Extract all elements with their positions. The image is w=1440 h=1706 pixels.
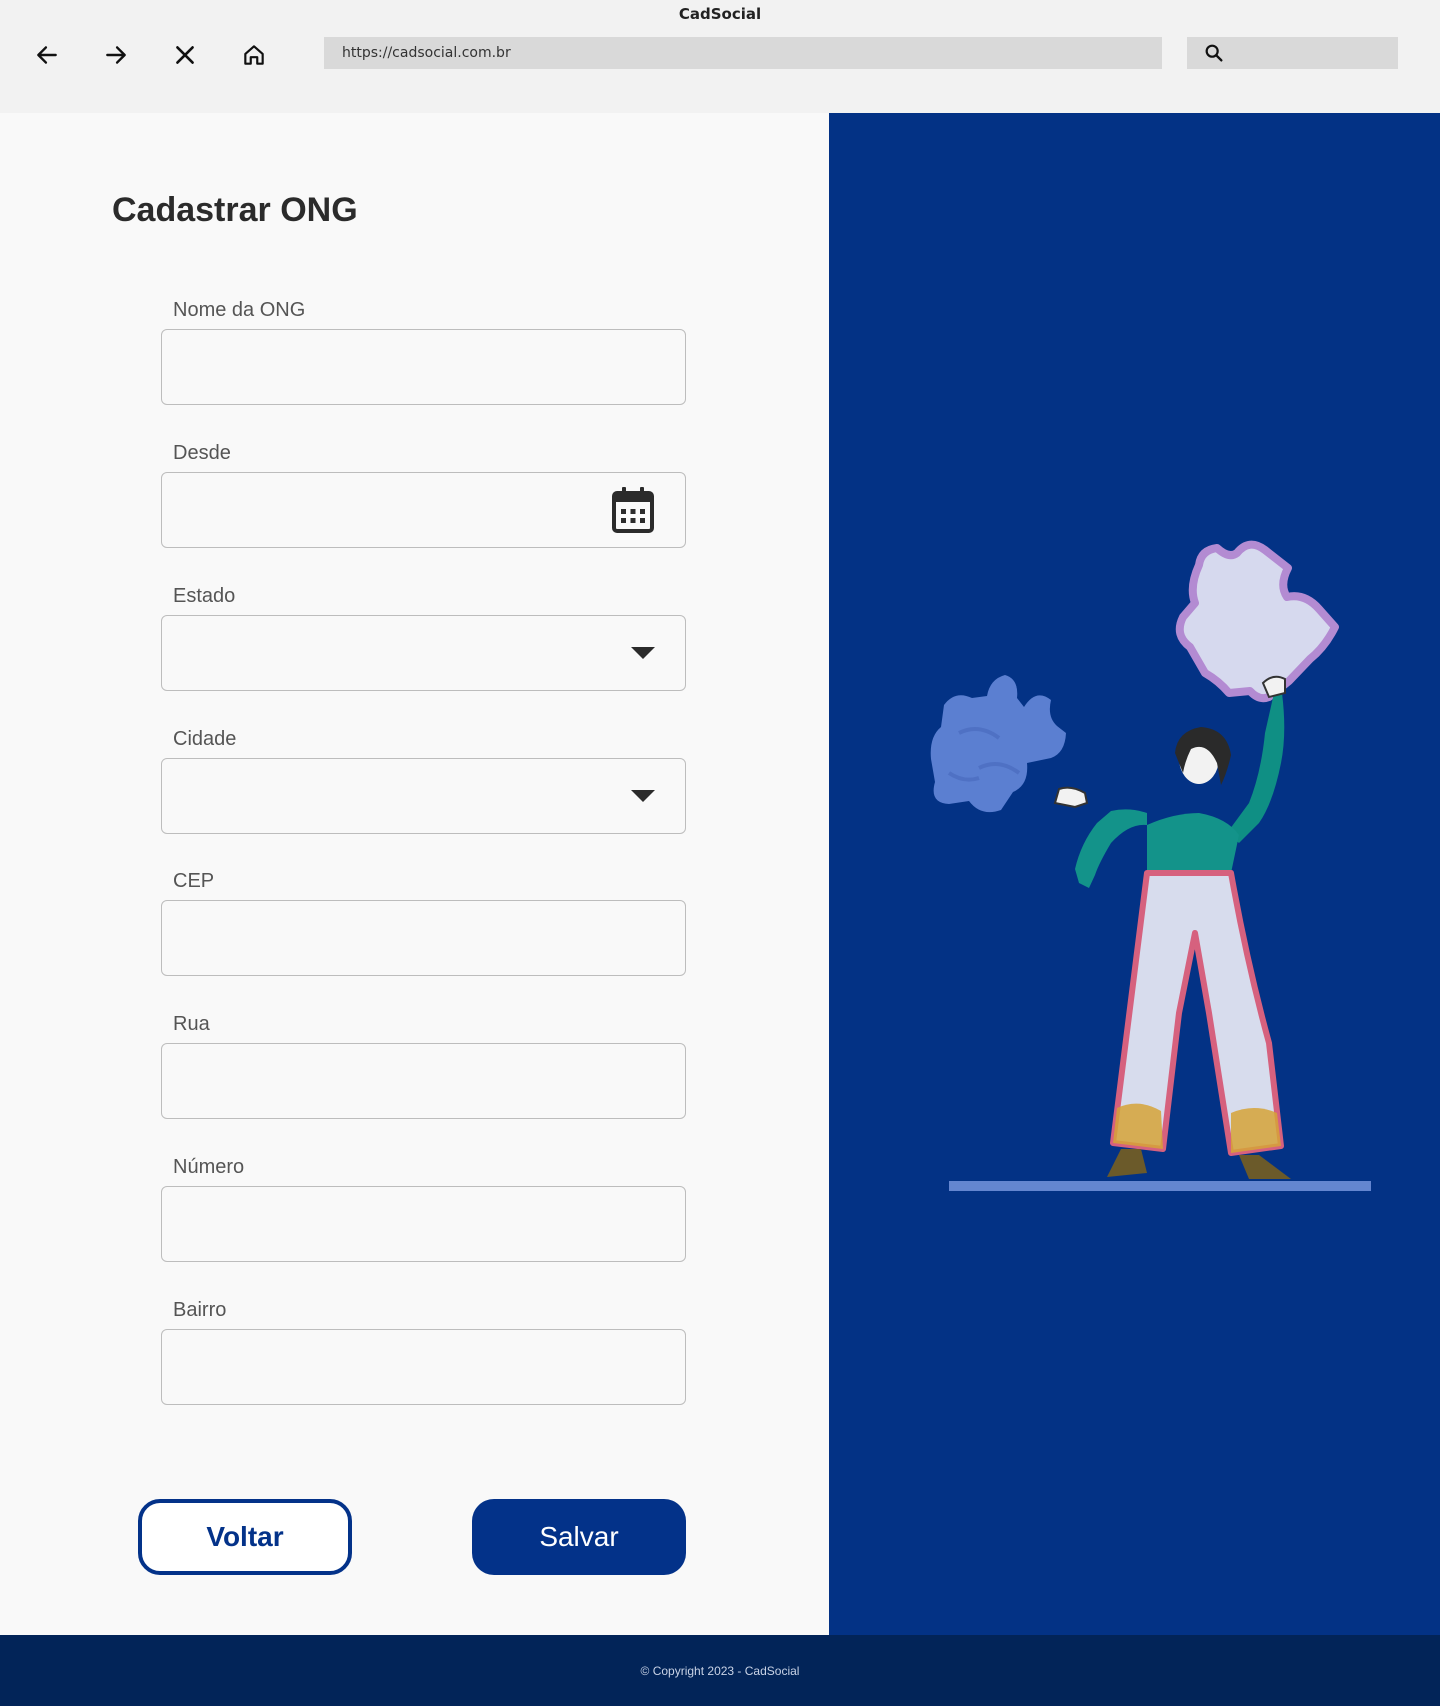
numero-input[interactable] <box>162 1187 685 1261</box>
calendar-icon[interactable] <box>611 486 655 534</box>
field-label: Número <box>173 1156 245 1178</box>
url-bar[interactable]: https://cadsocial.com.br <box>324 37 1162 69</box>
save-button[interactable]: Salvar <box>472 1499 686 1575</box>
field-label: CEP <box>173 870 215 892</box>
bairro-input[interactable] <box>162 1330 685 1404</box>
nome-da-ong-input[interactable] <box>162 330 685 404</box>
rua-input[interactable] <box>162 1044 685 1118</box>
field-label: Cidade <box>173 728 237 750</box>
field-label: Estado <box>173 585 236 607</box>
home-button[interactable] <box>237 38 271 72</box>
home-icon <box>244 45 264 65</box>
window-title: CadSocial <box>678 5 762 23</box>
search-icon <box>1205 44 1223 62</box>
estado-select[interactable] <box>161 615 686 691</box>
illustration-panel <box>829 113 1440 1635</box>
copyright-text: © Copyright 2023 - CadSocial <box>640 1663 800 1678</box>
footer: © Copyright 2023 - CadSocial <box>0 1635 1440 1706</box>
cep-input[interactable] <box>162 901 685 975</box>
close-icon <box>176 46 194 64</box>
url-text: https://cadsocial.com.br <box>342 45 511 61</box>
field-label: Bairro <box>173 1299 227 1321</box>
field-label: Desde <box>173 442 231 464</box>
browser-chrome: CadSocial https://cadsocial.com.br <box>0 0 1440 113</box>
cidade-select[interactable] <box>161 758 686 834</box>
stop-button[interactable] <box>168 38 202 72</box>
forward-button[interactable] <box>99 38 133 72</box>
field-label: Rua <box>173 1013 210 1035</box>
back-button[interactable] <box>30 38 64 72</box>
back-arrow-icon <box>37 46 57 64</box>
form-panel: Cadastrar ONG Nome da ONG Desde Estado C… <box>0 113 829 1635</box>
browser-search-box[interactable] <box>1187 37 1398 69</box>
person-holding-puzzle-pieces-illustration <box>930 540 1371 1191</box>
back-button[interactable]: Voltar <box>138 1499 352 1575</box>
field-label: Nome da ONG <box>173 299 306 321</box>
desde-date-input[interactable] <box>162 473 685 547</box>
dropdown-arrow-icon[interactable] <box>631 789 655 803</box>
page-title: Cadastrar ONG <box>112 191 358 229</box>
forward-arrow-icon <box>106 46 126 64</box>
dropdown-arrow-icon[interactable] <box>631 646 655 660</box>
